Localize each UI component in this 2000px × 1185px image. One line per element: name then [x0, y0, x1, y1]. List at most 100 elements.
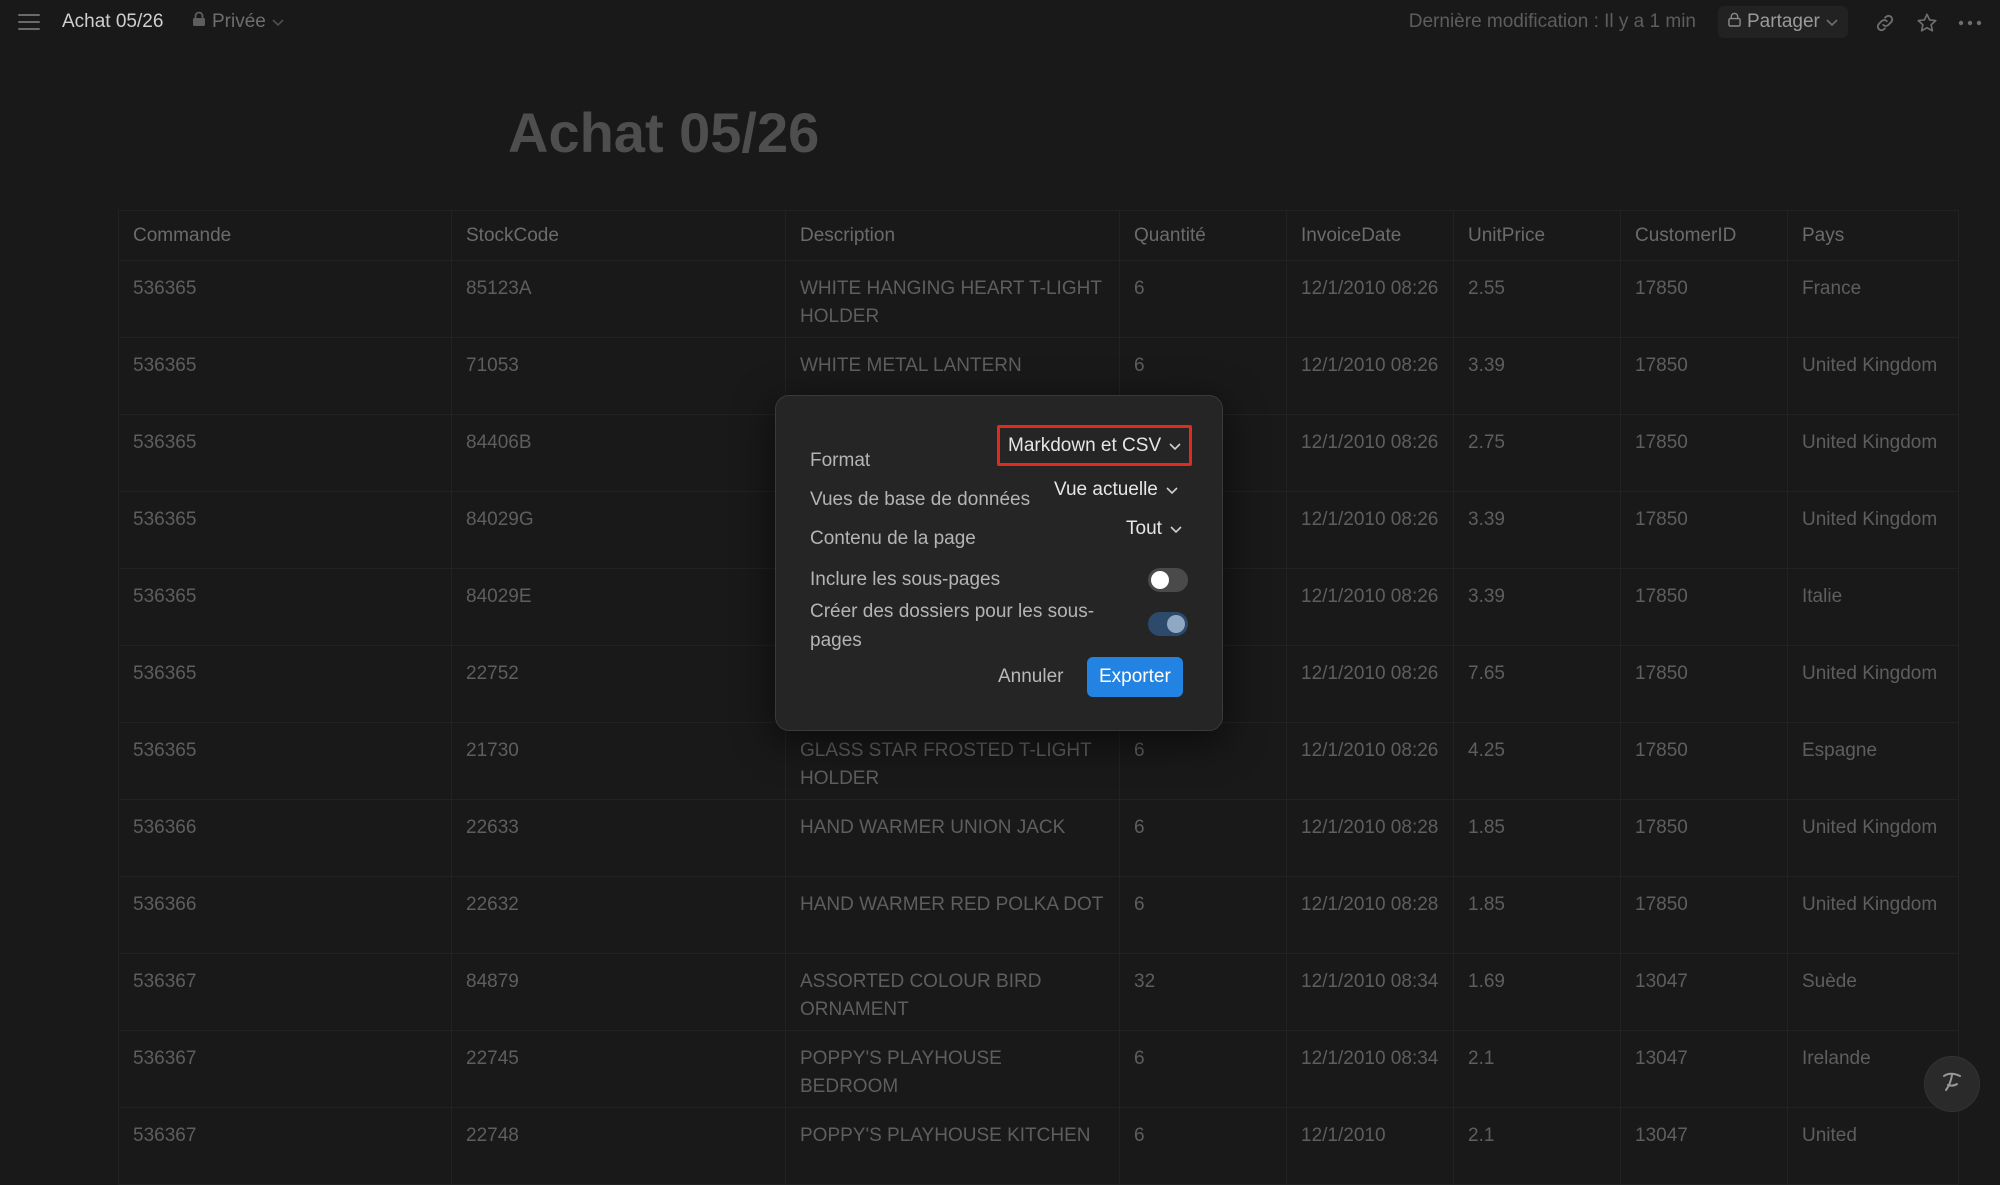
include-subpages-toggle[interactable] [1148, 568, 1188, 592]
table-cell[interactable]: 1.69 [1453, 953, 1621, 1031]
table-cell[interactable]: 6 [1119, 722, 1287, 800]
table-cell[interactable]: HAND WARMER UNION JACK [785, 799, 1120, 877]
column-header[interactable]: InvoiceDate [1286, 210, 1454, 261]
table-cell[interactable]: 12/1/2010 [1286, 1107, 1454, 1185]
page-content-dropdown[interactable]: Tout [1118, 512, 1190, 546]
table-cell[interactable]: POPPY'S PLAYHOUSE BEDROOM [785, 1030, 1120, 1108]
table-cell[interactable]: 536366 [118, 799, 452, 877]
table-cell[interactable]: 12/1/2010 08:26 [1286, 337, 1454, 415]
table-cell[interactable]: 85123A [451, 260, 786, 338]
table-cell[interactable]: 536365 [118, 645, 452, 723]
table-cell[interactable]: 17850 [1620, 337, 1788, 415]
table-cell[interactable]: 17850 [1620, 876, 1788, 954]
table-cell[interactable]: 536367 [118, 1030, 452, 1108]
table-cell[interactable]: 536367 [118, 953, 452, 1031]
table-row[interactable]: 536365 85123A WHITE HANGING HEART T-LIGHT … [118, 260, 1959, 338]
table-cell[interactable]: 22745 [451, 1030, 786, 1108]
table-cell[interactable]: Italie [1787, 568, 1959, 646]
table-cell[interactable]: POPPY'S PLAYHOUSE KITCHEN [785, 1107, 1120, 1185]
table-cell[interactable]: 536365 [118, 260, 452, 338]
menu-icon[interactable] [14, 10, 44, 34]
table-cell[interactable]: 536366 [118, 876, 452, 954]
table-cell[interactable]: 536365 [118, 491, 452, 569]
table-cell[interactable]: 71053 [451, 337, 786, 415]
table-cell[interactable]: 12/1/2010 08:26 [1286, 645, 1454, 723]
table-cell[interactable]: 6 [1119, 799, 1287, 877]
table-cell[interactable]: 17850 [1620, 414, 1788, 492]
star-icon[interactable] [1912, 8, 1942, 38]
table-cell[interactable]: 1.85 [1453, 799, 1621, 877]
table-cell[interactable]: 21730 [451, 722, 786, 800]
table-cell[interactable]: 12/1/2010 08:28 [1286, 799, 1454, 877]
table-cell[interactable]: WHITE HANGING HEART T-LIGHT HOLDER [785, 260, 1120, 338]
table-cell[interactable]: 3.39 [1453, 337, 1621, 415]
table-cell[interactable]: GLASS STAR FROSTED T-LIGHT HOLDER [785, 722, 1120, 800]
table-cell[interactable]: France [1787, 260, 1959, 338]
table-cell[interactable]: United Kingdom [1787, 491, 1959, 569]
table-cell[interactable]: 3.39 [1453, 491, 1621, 569]
table-cell[interactable]: 4.25 [1453, 722, 1621, 800]
column-header[interactable]: Commande [118, 210, 452, 261]
table-cell[interactable]: 84029G [451, 491, 786, 569]
help-button[interactable] [1924, 1056, 1980, 1112]
table-row[interactable]: 536367 22748 POPPY'S PLAYHOUSE KITCHEN 6 12/… [118, 1107, 1959, 1185]
table-cell[interactable]: 17850 [1620, 260, 1788, 338]
share-button[interactable]: Partager [1718, 6, 1848, 38]
table-cell[interactable]: 12/1/2010 08:34 [1286, 953, 1454, 1031]
table-cell[interactable]: 12/1/2010 08:26 [1286, 414, 1454, 492]
table-cell[interactable]: 536367 [118, 1107, 452, 1185]
table-cell[interactable]: 12/1/2010 08:28 [1286, 876, 1454, 954]
column-header[interactable]: CustomerID [1620, 210, 1788, 261]
table-cell[interactable]: 536365 [118, 337, 452, 415]
table-cell[interactable]: ASSORTED COLOUR BIRD ORNAMENT [785, 953, 1120, 1031]
column-header[interactable]: Pays [1787, 210, 1959, 261]
breadcrumb-page-title[interactable]: Achat 05/26 [62, 11, 163, 33]
table-cell[interactable]: 22633 [451, 799, 786, 877]
table-cell[interactable]: 7.65 [1453, 645, 1621, 723]
create-folders-toggle[interactable] [1148, 612, 1188, 636]
table-cell[interactable]: 22632 [451, 876, 786, 954]
table-cell[interactable]: 1.85 [1453, 876, 1621, 954]
table-cell[interactable]: 12/1/2010 08:26 [1286, 260, 1454, 338]
table-cell[interactable]: 84879 [451, 953, 786, 1031]
table-cell[interactable]: 22748 [451, 1107, 786, 1185]
privacy-selector[interactable]: Privée [192, 11, 284, 33]
table-cell[interactable]: 12/1/2010 08:26 [1286, 491, 1454, 569]
table-cell[interactable]: 6 [1119, 260, 1287, 338]
table-cell[interactable]: United Kingdom [1787, 799, 1959, 877]
link-icon[interactable] [1870, 8, 1900, 38]
db-views-dropdown[interactable]: Vue actuelle [1046, 473, 1186, 507]
table-cell[interactable]: 84029E [451, 568, 786, 646]
table-cell[interactable]: 12/1/2010 08:26 [1286, 722, 1454, 800]
more-options-icon[interactable] [1952, 8, 1988, 38]
page-title[interactable]: Achat 05/26 [508, 100, 819, 165]
table-cell[interactable]: 17850 [1620, 799, 1788, 877]
table-cell[interactable]: 17850 [1620, 645, 1788, 723]
table-cell[interactable]: 17850 [1620, 491, 1788, 569]
table-cell[interactable]: 2.55 [1453, 260, 1621, 338]
table-cell[interactable]: 32 [1119, 953, 1287, 1031]
table-row[interactable]: 536366 22632 HAND WARMER RED POLKA DOT 6 12/… [118, 876, 1959, 954]
table-cell[interactable]: HAND WARMER RED POLKA DOT [785, 876, 1120, 954]
column-header[interactable]: Description [785, 210, 1120, 261]
table-cell[interactable]: 6 [1119, 1030, 1287, 1108]
table-cell[interactable]: 2.1 [1453, 1030, 1621, 1108]
table-cell[interactable]: 12/1/2010 08:26 [1286, 568, 1454, 646]
table-row[interactable]: 536367 84879 ASSORTED COLOUR BIRD ORNAMENT… [118, 953, 1959, 1031]
table-cell[interactable]: 12/1/2010 08:34 [1286, 1030, 1454, 1108]
table-row[interactable]: 536367 22745 POPPY'S PLAYHOUSE BEDROOM 6 12/… [118, 1030, 1959, 1108]
table-cell[interactable]: 536365 [118, 722, 452, 800]
table-cell[interactable]: Espagne [1787, 722, 1959, 800]
table-row[interactable]: 536366 22633 HAND WARMER UNION JACK 6 12/1/2… [118, 799, 1959, 877]
table-cell[interactable]: United Kingdom [1787, 337, 1959, 415]
table-cell[interactable]: 22752 [451, 645, 786, 723]
export-button[interactable]: Exporter [1087, 657, 1183, 697]
table-cell[interactable]: United Kingdom [1787, 414, 1959, 492]
cancel-button[interactable]: Annuler [986, 658, 1076, 696]
table-cell[interactable]: 536365 [118, 568, 452, 646]
table-cell[interactable]: 13047 [1620, 953, 1788, 1031]
table-cell[interactable]: United Kingdom [1787, 645, 1959, 723]
table-cell[interactable]: 2.75 [1453, 414, 1621, 492]
table-cell[interactable]: 6 [1119, 876, 1287, 954]
table-cell[interactable]: 536365 [118, 414, 452, 492]
